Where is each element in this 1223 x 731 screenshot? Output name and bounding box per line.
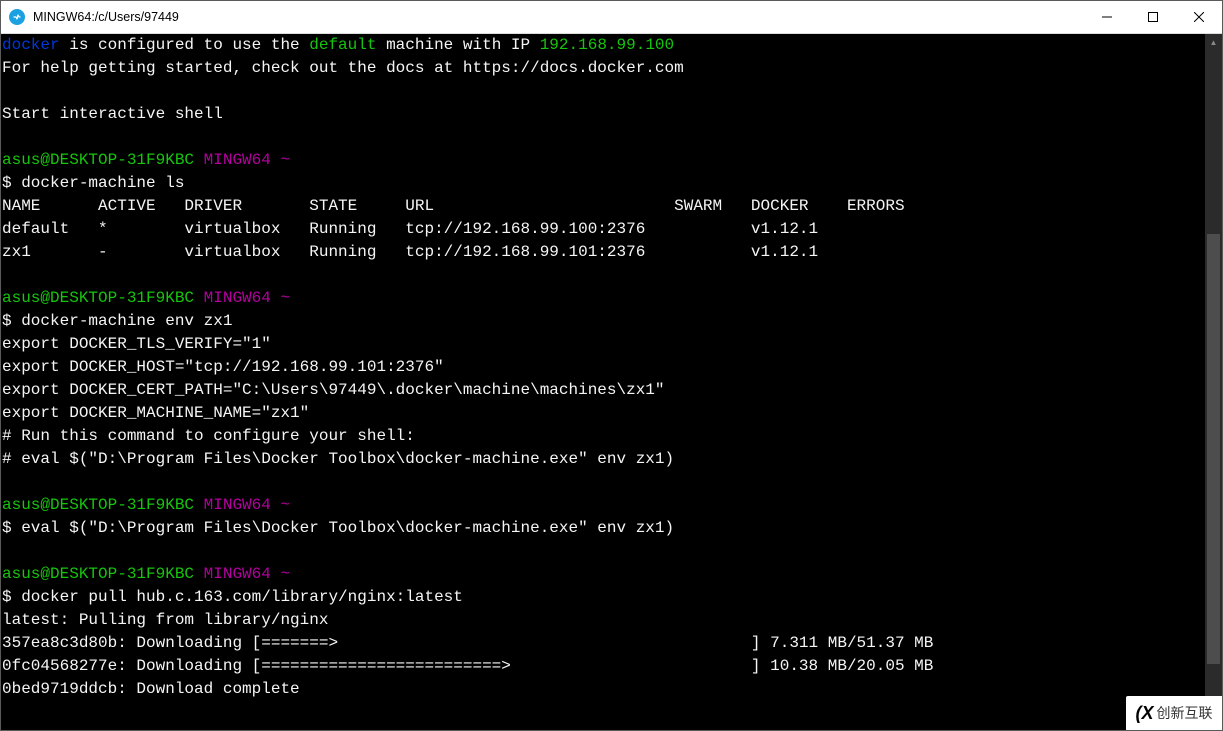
prompt-userhost: asus@DESKTOP-31F9KBC: [2, 151, 194, 169]
prompt-dollar: $: [2, 312, 21, 330]
prompt-tilde: ~: [280, 289, 290, 307]
window-title: MINGW64:/c/Users/97449: [33, 10, 179, 24]
scrollbar[interactable]: ▲ ▼: [1205, 34, 1222, 730]
minimize-icon: [1102, 12, 1112, 22]
command: docker-machine env zx1: [21, 312, 232, 330]
output-line: 0fc04568277e: Downloading [=============…: [2, 657, 933, 675]
banner-text: is configured to use the: [60, 36, 310, 54]
app-icon: [9, 9, 25, 25]
prompt-shell: MINGW64: [204, 565, 271, 583]
output-line: 357ea8c3d80b: Downloading [=======> ] 7.…: [2, 634, 933, 652]
prompt-tilde: ~: [280, 496, 290, 514]
output-line: default * virtualbox Running tcp://192.1…: [2, 220, 818, 238]
terminal-window: MINGW64:/c/Users/97449 docker is configu…: [0, 0, 1223, 731]
command: docker-machine ls: [21, 174, 184, 192]
prompt-dollar: $: [2, 588, 21, 606]
output-line: # eval $("D:\Program Files\Docker Toolbo…: [2, 450, 674, 468]
output-line: export DOCKER_HOST="tcp://192.168.99.101…: [2, 358, 444, 376]
watermark: (X 创新互联: [1126, 696, 1222, 730]
banner-text: machine with IP: [376, 36, 539, 54]
prompt-userhost: asus@DESKTOP-31F9KBC: [2, 289, 194, 307]
banner-shell: Start interactive shell: [2, 105, 223, 123]
banner-ip: 192.168.99.100: [540, 36, 674, 54]
banner-docker-word: docker: [2, 36, 60, 54]
watermark-logo: (X: [1136, 703, 1154, 724]
output-line: export DOCKER_MACHINE_NAME="zx1": [2, 404, 309, 422]
output-line: latest: Pulling from library/nginx: [2, 611, 328, 629]
maximize-button[interactable]: [1130, 1, 1176, 33]
scroll-up-icon[interactable]: ▲: [1205, 34, 1222, 51]
minimize-button[interactable]: [1084, 1, 1130, 33]
prompt-shell: MINGW64: [204, 289, 271, 307]
banner-default-word: default: [309, 36, 376, 54]
prompt-shell: MINGW64: [204, 151, 271, 169]
output-line: # Run this command to configure your she…: [2, 427, 415, 445]
output-line: 0bed9719ddcb: Download complete: [2, 680, 300, 698]
prompt-shell: MINGW64: [204, 496, 271, 514]
titlebar[interactable]: MINGW64:/c/Users/97449: [1, 1, 1222, 34]
output-line: NAME ACTIVE DRIVER STATE URL SWARM DOCKE…: [2, 197, 905, 215]
prompt-userhost: asus@DESKTOP-31F9KBC: [2, 565, 194, 583]
output-line: zx1 - virtualbox Running tcp://192.168.9…: [2, 243, 818, 261]
close-button[interactable]: [1176, 1, 1222, 33]
terminal-output[interactable]: docker is configured to use the default …: [1, 34, 1205, 730]
output-line: export DOCKER_TLS_VERIFY="1": [2, 335, 271, 353]
prompt-dollar: $: [2, 174, 21, 192]
output-line: export DOCKER_CERT_PATH="C:\Users\97449\…: [2, 381, 665, 399]
prompt-dollar: $: [2, 519, 21, 537]
scroll-thumb[interactable]: [1207, 234, 1220, 664]
close-icon: [1194, 12, 1204, 22]
banner-help: For help getting started, check out the …: [2, 59, 684, 77]
watermark-text: 创新互联: [1157, 703, 1213, 723]
prompt-userhost: asus@DESKTOP-31F9KBC: [2, 496, 194, 514]
command: docker pull hub.c.163.com/library/nginx:…: [21, 588, 463, 606]
command: eval $("D:\Program Files\Docker Toolbox\…: [21, 519, 674, 537]
maximize-icon: [1148, 12, 1158, 22]
prompt-tilde: ~: [280, 151, 290, 169]
prompt-tilde: ~: [280, 565, 290, 583]
